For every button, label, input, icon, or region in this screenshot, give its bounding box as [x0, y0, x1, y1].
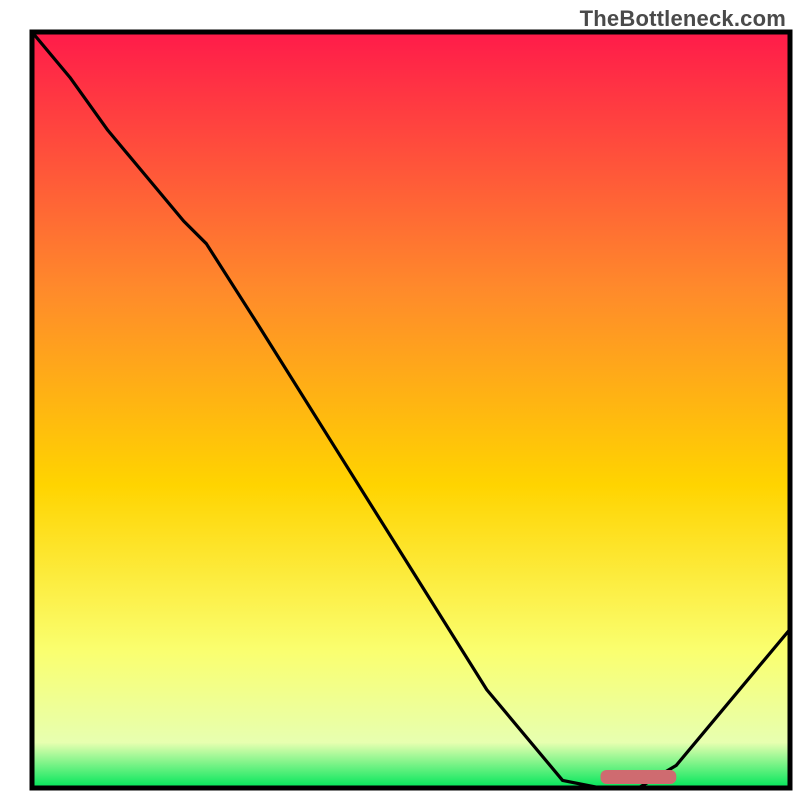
watermark-text: TheBottleneck.com: [580, 6, 786, 32]
chart-container: TheBottleneck.com: [0, 0, 800, 800]
optimal-range-marker: [601, 770, 677, 784]
chart-svg: [0, 0, 800, 800]
gradient-background: [32, 32, 790, 788]
plot-area: [32, 32, 790, 788]
